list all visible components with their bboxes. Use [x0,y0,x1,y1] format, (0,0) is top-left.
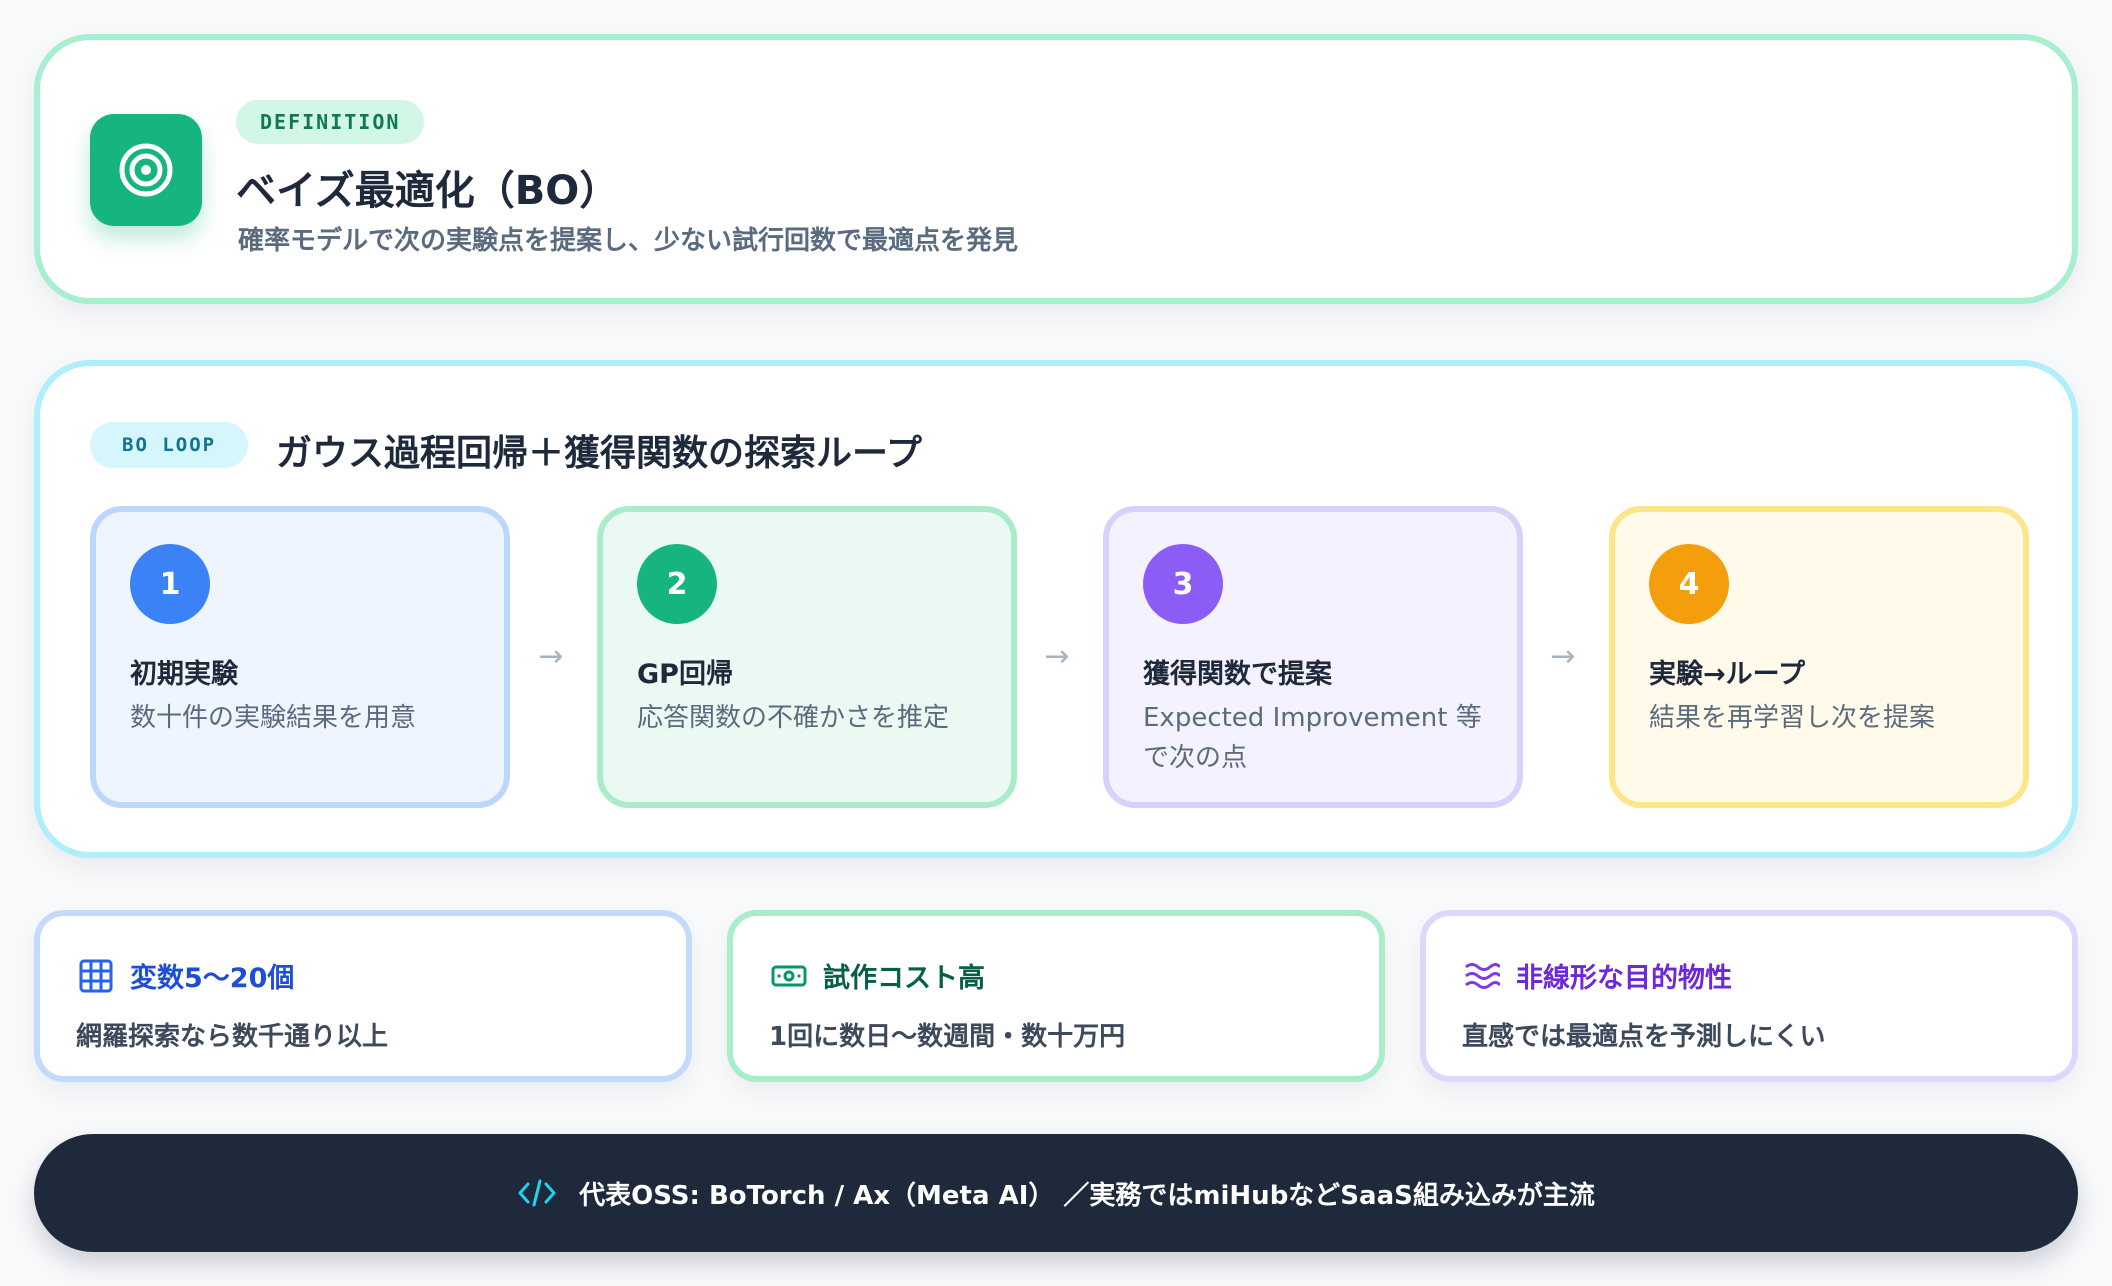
step-initial-experiment: 1 初期実験 数十件の実験結果を用意 [90,506,510,808]
step-description: 応答関数の不確かさを推定 [637,703,950,733]
feature-card-variables: 変数5〜20個 網羅探索なら数千通り以上 [34,910,692,1082]
step-description: 結果を再学習し次を提案 [1649,703,1936,733]
step-experiment-loop: 4 実験→ループ 結果を再学習し次を提案 [1609,506,2029,808]
definition-card: DEFINITION ベイズ最適化（BO） 確率モデルで次の実験点を提案し、少な… [34,34,2078,304]
step-number: 4 [1649,544,1729,624]
step-title: 獲得関数で提案 [1143,659,1332,690]
step-description: Expected Improvement 等で次の点 [1143,703,1482,773]
bo-loop-card: BO LOOP ガウス過程回帰＋獲得関数の探索ループ 1 初期実験 数十件の実験… [34,360,2078,858]
step-gp-regression: 2 GP回帰 応答関数の不確かさを推定 [597,506,1017,808]
arrow-right-icon: → [1550,639,1576,674]
grid-icon [79,959,113,993]
feature-title: 変数5〜20個 [130,963,295,994]
step-acquisition-function: 3 獲得関数で提案 Expected Improvement 等で次の点 [1103,506,1523,808]
loop-title: ガウス過程回帰＋獲得関数の探索ループ [276,433,922,474]
feature-title: 非線形な目的物性 [1516,963,1732,994]
feature-description: 網羅探索なら数千通り以上 [76,1022,389,1052]
arrow-right-icon: → [538,639,564,674]
step-title: 初期実験 [130,659,238,690]
feature-card-nonlinear: 非線形な目的物性 直感では最適点を予測しにくい [1420,910,2078,1082]
definition-title: ベイズ最適化（BO） [236,168,620,214]
footer-text: 代表OSS: BoTorch / Ax（Meta AI） ／実務ではmiHubな… [579,1180,1595,1211]
loop-tag: BO LOOP [90,422,249,468]
step-title: 実験→ループ [1649,659,1806,690]
step-title: GP回帰 [637,659,733,690]
footer-banner: 代表OSS: BoTorch / Ax（Meta AI） ／実務ではmiHubな… [34,1134,2078,1252]
definition-tag: DEFINITION [236,100,425,144]
target-icon [90,114,202,226]
feature-description: 1回に数日〜数週間・数十万円 [769,1022,1126,1052]
feature-description: 直感では最適点を予測しにくい [1462,1022,1826,1052]
money-icon [771,965,807,987]
step-number: 2 [637,544,717,624]
feature-title: 試作コスト高 [823,963,985,994]
feature-card-cost: 試作コスト高 1回に数日〜数週間・数十万円 [727,910,1385,1082]
arrow-right-icon: → [1044,639,1070,674]
definition-subtitle: 確率モデルで次の実験点を提案し、少ない試行回数で最適点を発見 [238,226,1019,256]
step-number: 3 [1143,544,1223,624]
step-description: 数十件の実験結果を用意 [130,703,417,733]
step-number: 1 [130,544,210,624]
code-icon [518,1179,556,1207]
waves-icon [1465,963,1500,989]
